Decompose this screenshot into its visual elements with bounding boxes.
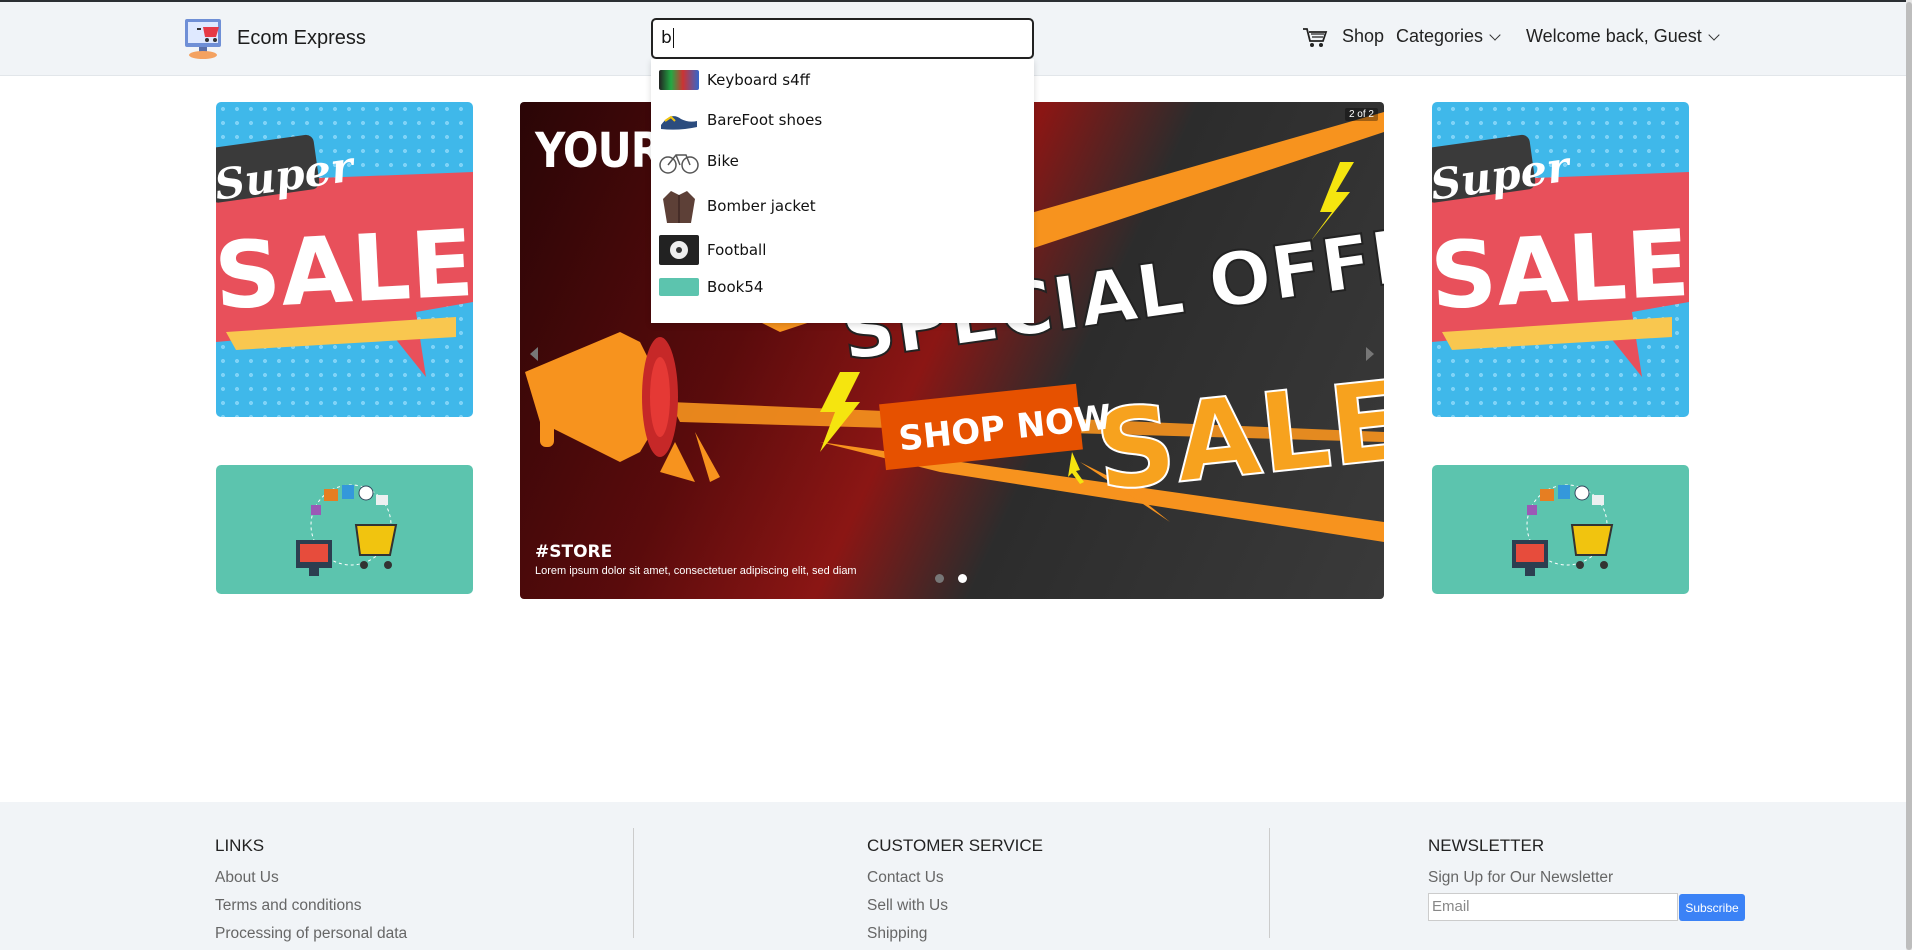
shoes-thumbnail-icon: [659, 105, 699, 135]
nav-categories-label: Categories: [1396, 26, 1484, 46]
suggestion-label: Book54: [707, 278, 764, 296]
footer-link-personal-data[interactable]: Processing of personal data: [215, 920, 407, 948]
carousel-caption-text: Lorem ipsum dolor sit amet, consectetuer…: [535, 565, 857, 577]
bike-thumbnail-icon: [659, 146, 699, 176]
chevron-down-icon: [1489, 28, 1501, 41]
suggestion-label: Football: [707, 241, 767, 259]
super-sale-graphic: Super SALE: [1432, 134, 1689, 377]
footer-link-about[interactable]: About Us: [215, 864, 407, 892]
left-shopping-banner[interactable]: [216, 465, 473, 594]
nav-categories-dropdown[interactable]: Categories: [1396, 26, 1501, 47]
online-shopping-illustration: [1512, 484, 1614, 576]
suggestion-item[interactable]: Keyboard s4ff: [651, 59, 1034, 101]
suggestion-item[interactable]: Bomber jacket: [651, 183, 1034, 229]
user-menu-dropdown[interactable]: Welcome back, Guest: [1526, 26, 1720, 47]
suggestion-label: BareFoot shoes: [707, 111, 823, 129]
carousel-dot-2[interactable]: [958, 574, 967, 583]
footer-divider: [633, 828, 634, 938]
svg-text:SALE: SALE: [1432, 210, 1689, 330]
suggestion-item[interactable]: Book54: [651, 271, 1034, 303]
svg-text:SALE: SALE: [1090, 356, 1384, 516]
book-thumbnail-icon: [659, 278, 699, 296]
suggestion-label: Keyboard s4ff: [707, 71, 810, 89]
search-suggestions-dropdown: Keyboard s4ff BareFoot shoes Bike Bomber…: [651, 59, 1034, 323]
newsletter-subtitle: Sign Up for Our Newsletter: [1428, 869, 1614, 886]
newsletter-email-input[interactable]: Email: [1428, 893, 1678, 921]
footer-link-shipping[interactable]: Shipping: [867, 920, 1043, 948]
footer-links-title: LINKS: [215, 836, 265, 855]
right-sale-banner[interactable]: Super SALE: [1432, 102, 1689, 417]
footer-newsletter-column: NEWSLETTER Sign Up for Our Newsletter: [1428, 836, 1613, 892]
suggestion-label: Bomber jacket: [707, 197, 816, 215]
footer-link-contact[interactable]: Contact Us: [867, 864, 1043, 892]
carousel-caption-title: #STORE: [535, 542, 613, 562]
brand-name: Ecom Express: [237, 26, 366, 49]
carousel-next-button[interactable]: [1366, 347, 1374, 361]
footer-newsletter-title: NEWSLETTER: [1428, 836, 1545, 855]
footer-customer-service-title: CUSTOMER SERVICE: [867, 836, 1044, 855]
online-shopping-illustration: [296, 484, 398, 576]
subscribe-button[interactable]: Subscribe: [1679, 894, 1745, 921]
slide-counter: 2 of 2: [1344, 108, 1378, 121]
text-caret: [672, 28, 674, 48]
right-shopping-banner[interactable]: [1432, 465, 1689, 594]
store-logo-icon: [183, 15, 229, 61]
carousel-indicators: [935, 574, 967, 583]
scrollbar-thumb[interactable]: [1906, 2, 1912, 950]
cart-icon: [1303, 28, 1328, 47]
jacket-thumbnail-icon: [659, 188, 699, 224]
svg-text:SALE: SALE: [216, 210, 473, 330]
super-sale-graphic: Super SALE: [216, 134, 473, 377]
search-input-value: b: [661, 28, 672, 48]
nav-shop-link[interactable]: Shop: [1342, 26, 1384, 47]
suggestion-item[interactable]: Football: [651, 229, 1034, 271]
footer-link-sell[interactable]: Sell with Us: [867, 892, 1043, 920]
suggestion-item[interactable]: Bike: [651, 139, 1034, 183]
brand-link[interactable]: Ecom Express: [183, 15, 366, 61]
page-scrollbar[interactable]: [1906, 0, 1912, 950]
left-sale-banner[interactable]: Super SALE: [216, 102, 473, 417]
cart-button[interactable]: [1302, 26, 1328, 50]
subscribe-label: Subscribe: [1685, 900, 1739, 915]
footer-links-column: LINKS About Us Terms and conditions Proc…: [215, 836, 407, 948]
footer-divider: [1269, 828, 1270, 938]
nav-shop-label: Shop: [1342, 26, 1385, 46]
footer-link-terms[interactable]: Terms and conditions: [215, 892, 407, 920]
email-placeholder: Email: [1432, 898, 1470, 915]
welcome-label: Welcome back, Guest: [1526, 26, 1702, 46]
carousel-prev-button[interactable]: [530, 347, 538, 361]
suggestion-label: Bike: [707, 152, 739, 170]
football-thumbnail-icon: [659, 235, 699, 265]
suggestion-item[interactable]: BareFoot shoes: [651, 101, 1034, 139]
chevron-down-icon: [1708, 28, 1720, 41]
site-footer: LINKS About Us Terms and conditions Proc…: [0, 802, 1906, 950]
footer-customer-service-column: CUSTOMER SERVICE Contact Us Sell with Us…: [867, 836, 1043, 948]
keyboard-thumbnail-icon: [659, 70, 699, 90]
search-input[interactable]: b: [651, 18, 1034, 59]
carousel-dot-1[interactable]: [935, 574, 944, 583]
